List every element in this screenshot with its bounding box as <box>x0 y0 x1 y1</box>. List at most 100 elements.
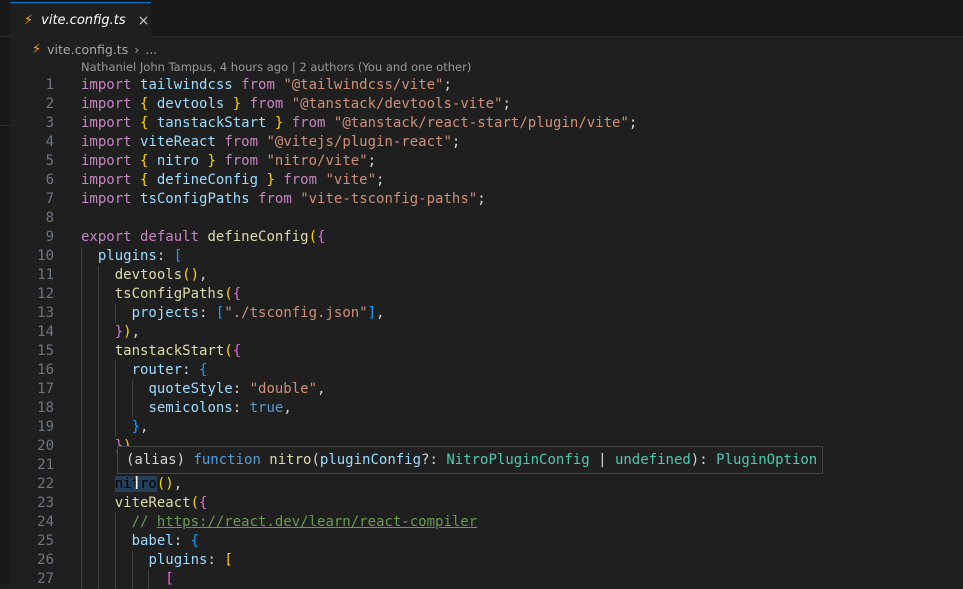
line-code: }), <box>81 323 140 342</box>
code-line[interactable]: 10 plugins: [ <box>0 247 963 266</box>
code-line[interactable]: 7 import tsConfigPaths from "vite-tsconfi… <box>0 190 963 209</box>
code-line[interactable]: 6 import { defineConfig } from "vite"; <box>0 171 963 190</box>
code-line[interactable]: 8 <box>0 209 963 228</box>
code-line[interactable]: 19 }, <box>0 418 963 437</box>
token: from <box>241 77 284 93</box>
token: { <box>190 533 200 549</box>
token: ) <box>123 324 132 340</box>
token: ; <box>628 115 638 131</box>
token: tsConfigPaths <box>114 286 225 302</box>
line-number: 16 <box>37 362 54 378</box>
token: plugins <box>97 248 157 264</box>
token: viteReact <box>140 134 225 150</box>
code-line[interactable]: 15 tanstackStart({ <box>0 342 963 361</box>
token: { <box>232 343 242 359</box>
code-line[interactable]: 9 export default defineConfig({ <box>0 228 963 247</box>
line-number: 12 <box>37 286 54 302</box>
token: ; <box>443 77 452 93</box>
line-code: babel: { <box>81 532 199 551</box>
line-code: tanstackStart({ <box>81 342 241 361</box>
code-line[interactable]: 25 babel: { <box>0 532 963 551</box>
token: : <box>232 400 250 416</box>
token: , <box>376 305 385 321</box>
code-line[interactable]: 18 semicolons: true, <box>0 399 963 418</box>
hover-token: pluginConfig <box>319 452 422 468</box>
code-editor[interactable]: 1 import tailwindcss from "@tailwindcss/v… <box>0 76 963 589</box>
line-code: export default defineConfig({ <box>81 228 325 247</box>
token: from <box>283 172 326 188</box>
line-code: import { tanstackStart } from "@tanstack… <box>81 114 637 133</box>
code-line[interactable]: 14 }), <box>0 323 963 342</box>
token: ] <box>367 305 377 321</box>
token: import <box>81 172 141 188</box>
line-number: 24 <box>37 514 54 530</box>
breadcrumb-more[interactable]: ... <box>145 42 157 57</box>
git-blame-lens[interactable]: Nathaniel John Tampus, 4 hours ago | 2 a… <box>81 60 471 74</box>
token: // <box>131 514 157 530</box>
code-line[interactable]: 22 nitro(), <box>0 475 963 494</box>
hover-token: ( <box>311 452 320 468</box>
breadcrumb-file[interactable]: vite.config.ts <box>47 42 128 57</box>
line-code: import { nitro } from "nitro/vite"; <box>81 152 376 171</box>
line-code: devtools(), <box>81 266 208 285</box>
code-line[interactable]: 27 [ <box>0 570 963 589</box>
line-code: projects: ["./tsconfig.json"], <box>81 304 385 323</box>
chevron-right-icon: › <box>134 41 140 57</box>
line-code: import viteReact from "@vitejs/plugin-re… <box>81 133 460 152</box>
code-line[interactable]: 26 plugins: [ <box>0 551 963 570</box>
hover-token: ): <box>690 452 717 468</box>
code-line[interactable]: 3 import { tanstackStart } from "@tanstac… <box>0 114 963 133</box>
token: defineConfig <box>156 172 267 188</box>
code-line[interactable]: 16 router: { <box>0 361 963 380</box>
line-code: semicolons: true, <box>81 399 291 418</box>
line-number: 8 <box>45 210 54 226</box>
code-line[interactable]: 23 viteReact({ <box>0 494 963 513</box>
token: import <box>81 115 141 131</box>
line-code: nitro(), <box>81 475 182 494</box>
code-line[interactable]: 12 tsConfigPaths({ <box>0 285 963 304</box>
line-number: 22 <box>37 476 54 492</box>
tab-vite-config[interactable]: ⚡ vite.config.ts × <box>10 2 151 38</box>
close-icon[interactable]: × <box>138 13 150 29</box>
code-line[interactable]: 2 import { devtools } from "@tanstack/dev… <box>0 95 963 114</box>
line-number: 1 <box>45 77 54 93</box>
token: import <box>81 134 141 150</box>
token: tanstackStart <box>156 115 275 131</box>
token: from <box>249 96 292 112</box>
line-number: 10 <box>37 248 54 264</box>
token: : <box>182 362 200 378</box>
token: viteReact <box>114 495 191 511</box>
token: ( <box>224 286 233 302</box>
token: , <box>317 381 326 397</box>
token: router <box>131 362 183 378</box>
code-line[interactable]: 5 import { nitro } from "nitro/vite"; <box>0 152 963 171</box>
code-line[interactable]: 17 quoteStyle: "double", <box>0 380 963 399</box>
hover-token: (alias) <box>126 452 194 468</box>
code-line[interactable]: 1 import tailwindcss from "@tailwindcss/v… <box>0 76 963 95</box>
token: semicolons <box>148 400 233 416</box>
line-code: tsConfigPaths({ <box>81 285 241 304</box>
code-line[interactable]: 11 devtools(), <box>0 266 963 285</box>
text-cursor-icon: I <box>134 473 140 494</box>
token: devtools <box>156 96 233 112</box>
token: } <box>131 419 141 435</box>
token: "./tsconfig.json" <box>224 305 368 321</box>
token: } <box>232 96 250 112</box>
token: } <box>114 324 124 340</box>
token: { <box>199 495 208 511</box>
token: } <box>274 115 292 131</box>
code-line[interactable]: 4 import viteReact from "@vitejs/plugin-r… <box>0 133 963 152</box>
token: [ <box>173 248 183 264</box>
line-code: import tsConfigPaths from "vite-tsconfig… <box>81 190 486 209</box>
code-line[interactable]: 24 // https://react.dev/learn/react-comp… <box>0 513 963 532</box>
code-line[interactable]: 13 projects: ["./tsconfig.json"], <box>0 304 963 323</box>
